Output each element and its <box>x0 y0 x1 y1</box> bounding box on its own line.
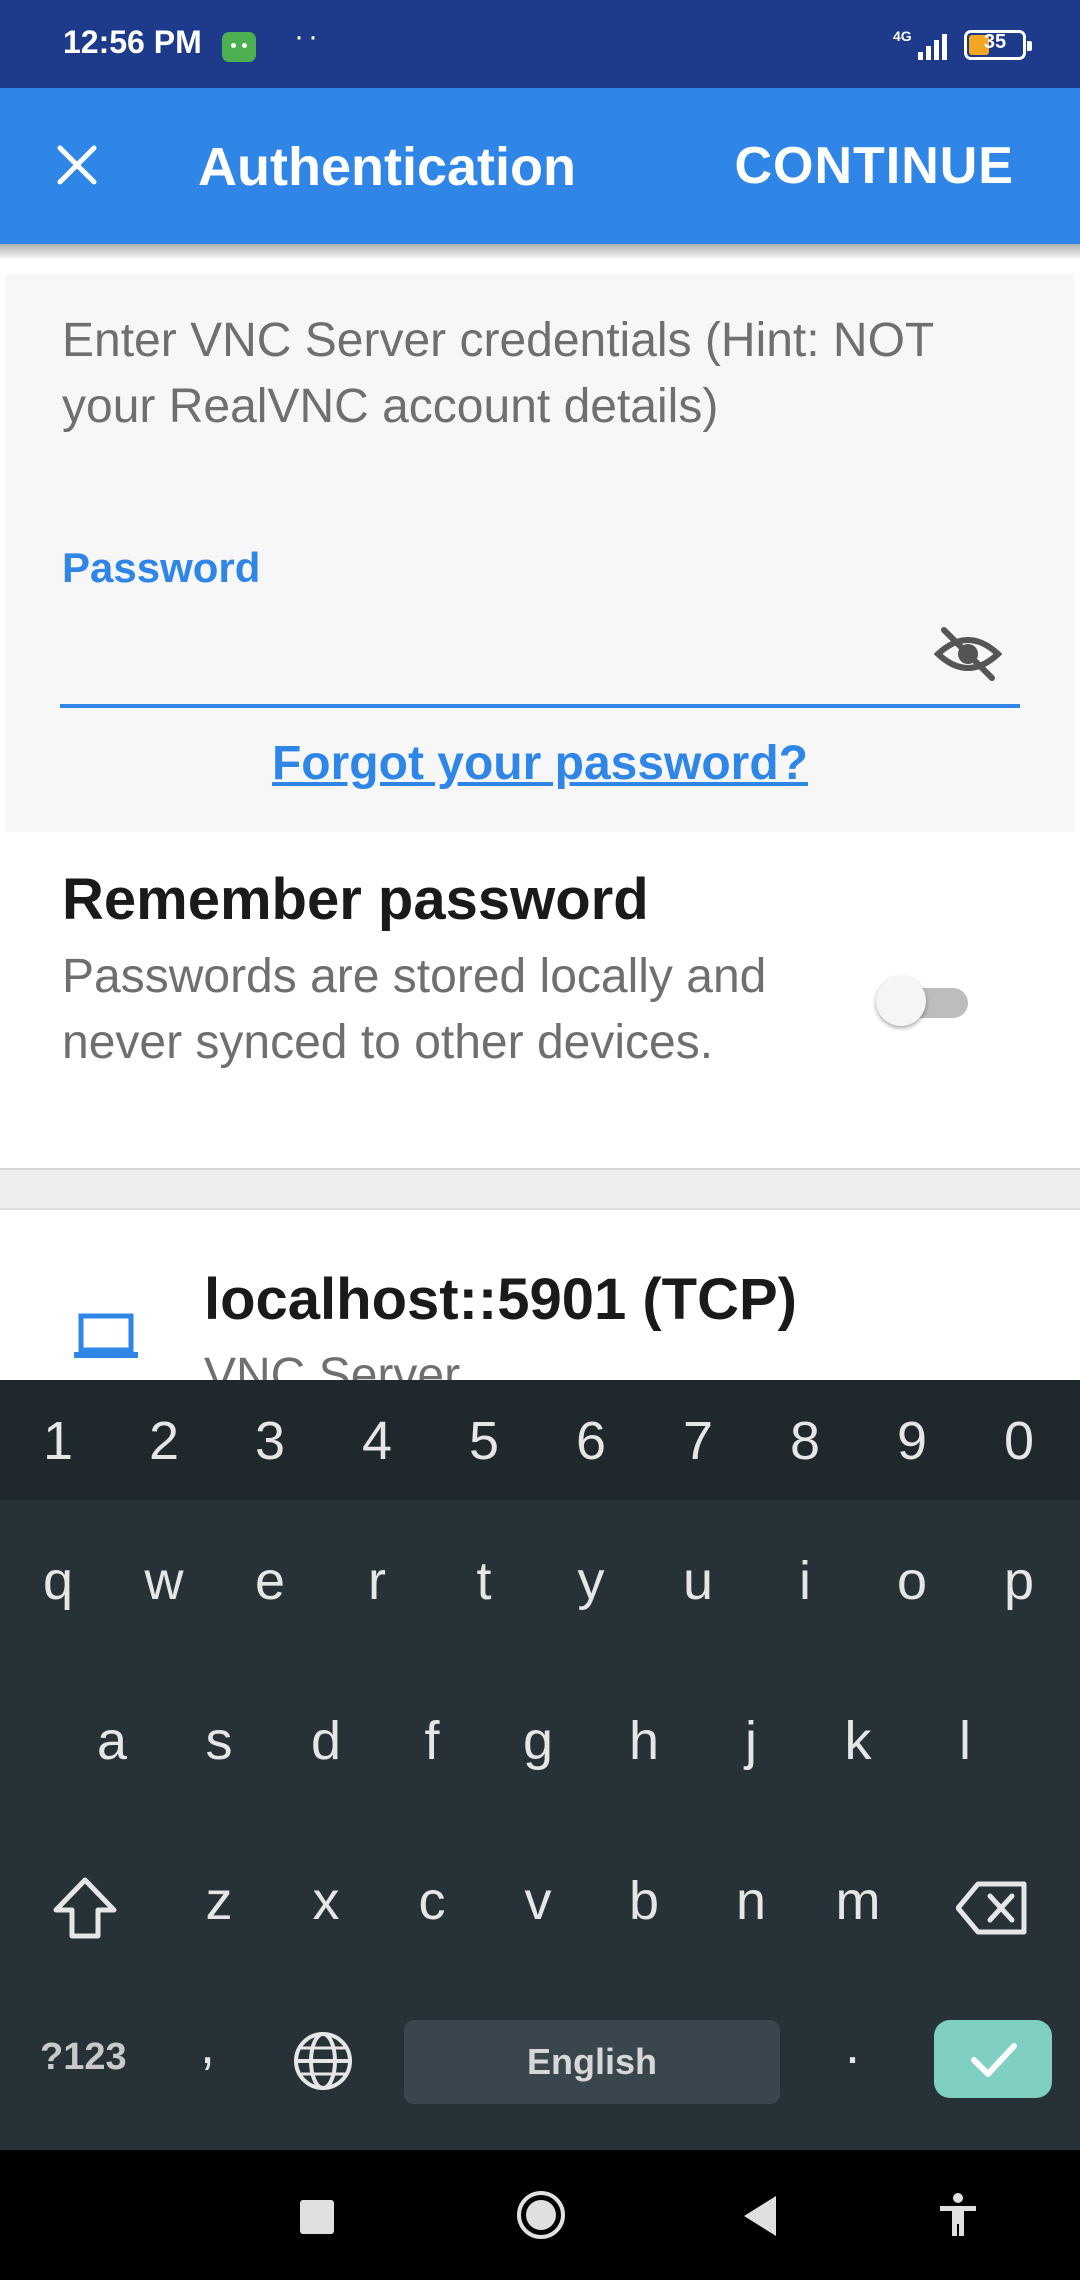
key-period[interactable]: . <box>845 2014 860 2076</box>
back-icon[interactable] <box>740 2194 780 2238</box>
server-subtitle: VNC Server <box>204 1349 461 1380</box>
home-icon[interactable] <box>516 2190 566 2240</box>
key-l[interactable]: l <box>925 1710 1005 1772</box>
navigation-bar <box>0 2150 1080 2280</box>
backspace-icon[interactable] <box>956 1880 1028 1936</box>
key-a[interactable]: a <box>72 1710 152 1772</box>
key-u[interactable]: u <box>658 1550 738 1612</box>
recents-icon[interactable] <box>300 2200 334 2234</box>
key-i[interactable]: i <box>765 1550 845 1612</box>
shift-icon[interactable] <box>50 1874 120 1944</box>
key-s[interactable]: s <box>179 1710 259 1772</box>
key-j[interactable]: j <box>711 1710 791 1772</box>
key-6[interactable]: 6 <box>551 1410 631 1472</box>
key-m[interactable]: m <box>818 1870 898 1932</box>
key-9[interactable]: 9 <box>872 1410 952 1472</box>
signal-strength-icon <box>918 30 952 60</box>
key-d[interactable]: d <box>286 1710 366 1772</box>
status-time: 12:56 PM <box>63 24 202 60</box>
accessibility-icon[interactable] <box>938 2192 978 2238</box>
app-bar-shadow <box>0 244 1080 258</box>
key-f[interactable]: f <box>392 1710 472 1772</box>
key-r[interactable]: r <box>337 1550 417 1612</box>
server-row[interactable]: localhost::5901 (TCP) VNC Server <box>0 1210 1080 1380</box>
password-field[interactable] <box>62 604 962 684</box>
remember-password-toggle[interactable] <box>876 976 968 1026</box>
credentials-panel: Enter VNC Server credentials (Hint: NOT … <box>6 274 1074 832</box>
soft-keyboard: 1 2 3 4 5 6 7 8 9 0 q w e r t y u i o p … <box>0 1380 1080 2150</box>
key-t[interactable]: t <box>444 1550 524 1612</box>
page-title: Authentication <box>198 137 576 197</box>
key-n[interactable]: n <box>711 1870 791 1932</box>
battery-icon: 35 <box>964 30 1032 60</box>
key-b[interactable]: b <box>604 1870 684 1932</box>
key-o[interactable]: o <box>872 1550 952 1612</box>
password-underline <box>60 704 1020 708</box>
key-z[interactable]: z <box>179 1870 259 1932</box>
password-label: Password <box>62 544 261 591</box>
remember-password-description: Passwords are stored locally and never s… <box>62 950 767 1069</box>
key-5[interactable]: 5 <box>444 1410 524 1472</box>
key-h[interactable]: h <box>604 1710 684 1772</box>
forgot-password-link[interactable]: Forgot your password? <box>6 736 1074 791</box>
status-more-dots: ·· <box>294 20 322 53</box>
eye-off-icon[interactable] <box>934 624 1002 684</box>
key-q[interactable]: q <box>18 1550 98 1612</box>
check-icon <box>971 2043 1017 2077</box>
key-g[interactable]: g <box>498 1710 578 1772</box>
globe-icon[interactable] <box>292 2030 354 2092</box>
key-2[interactable]: 2 <box>124 1410 204 1472</box>
key-3[interactable]: 3 <box>230 1410 310 1472</box>
key-x[interactable]: x <box>286 1870 366 1932</box>
remember-password-title: Remember password <box>62 867 649 932</box>
key-comma[interactable]: , <box>200 2014 215 2076</box>
section-divider <box>0 1168 1080 1210</box>
key-8[interactable]: 8 <box>765 1410 845 1472</box>
continue-button[interactable]: CONTINUE <box>734 136 1014 196</box>
number-row: 1 2 3 4 5 6 7 8 9 0 <box>0 1380 1080 1500</box>
toggle-thumb <box>876 976 926 1026</box>
key-4[interactable]: 4 <box>337 1410 417 1472</box>
status-bar: 12:56 PM ·· 4G 35 <box>0 0 1080 88</box>
key-7[interactable]: 7 <box>658 1410 738 1472</box>
server-name: localhost::5901 (TCP) <box>204 1267 797 1332</box>
network-type-label: 4G <box>893 28 912 44</box>
battery-level: 35 <box>983 31 1007 53</box>
key-k[interactable]: k <box>818 1710 898 1772</box>
close-icon[interactable] <box>52 140 102 190</box>
space-bar[interactable]: English <box>404 2020 780 2104</box>
key-c[interactable]: c <box>392 1870 472 1932</box>
app-bar: Authentication CONTINUE <box>0 88 1080 244</box>
app-notification-icon <box>222 32 256 62</box>
key-v[interactable]: v <box>498 1870 578 1932</box>
enter-key[interactable] <box>934 2020 1052 2098</box>
key-1[interactable]: 1 <box>18 1410 98 1472</box>
key-w[interactable]: w <box>124 1550 204 1612</box>
key-e[interactable]: e <box>230 1550 310 1612</box>
key-0[interactable]: 0 <box>979 1410 1059 1472</box>
key-p[interactable]: p <box>979 1550 1059 1612</box>
symbols-key[interactable]: ?123 <box>40 2036 127 2079</box>
key-y[interactable]: y <box>551 1550 631 1612</box>
credentials-hint: Enter VNC Server credentials (Hint: NOT … <box>62 314 934 433</box>
laptop-icon <box>74 1313 138 1358</box>
